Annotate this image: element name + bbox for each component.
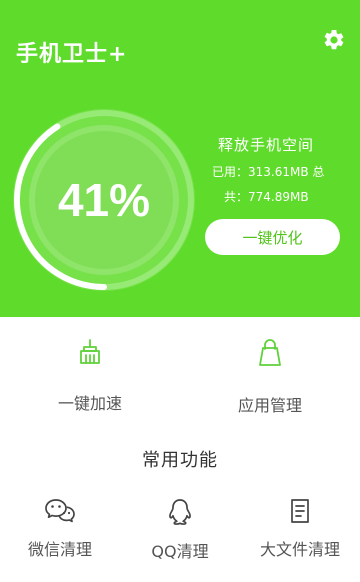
gear-icon	[324, 29, 344, 50]
memory-title: 释放手机空间	[218, 136, 315, 154]
app-title: 手机卫士+	[16, 42, 128, 67]
memory-total-text: 共：774.89MB	[224, 190, 309, 204]
wechat-clean-label: 微信清理	[27, 540, 92, 559]
optimize-button[interactable]: 一键优化	[205, 219, 340, 255]
qq-clean-label: QQ清理	[151, 542, 209, 561]
memory-percent: 41%	[57, 174, 151, 226]
app-manager-label: 应用管理	[237, 396, 302, 415]
boost-function[interactable]: 一键加速	[40, 338, 140, 414]
boost-label: 一键加速	[57, 394, 122, 413]
broom-icon	[77, 338, 103, 366]
app-manager-function[interactable]: 应用管理	[220, 338, 320, 416]
memory-used-text: 已用：313.61MB 总	[212, 165, 325, 179]
qq-icon	[168, 498, 192, 526]
common-functions-title: 常用功能	[142, 450, 218, 471]
settings-button[interactable]	[322, 28, 346, 52]
large-file-clean-function[interactable]: 大文件清理	[250, 498, 350, 560]
header-panel: 手机卫士+ 41% 释放手机空间 已用：313.61MB 总 共：774.89M…	[0, 0, 360, 317]
large-file-clean-label: 大文件清理	[259, 540, 340, 559]
wechat-clean-function[interactable]: 微信清理	[10, 498, 110, 560]
document-icon	[288, 498, 312, 524]
wechat-icon	[44, 498, 76, 524]
qq-clean-function[interactable]: QQ清理	[130, 498, 230, 562]
bag-icon	[257, 338, 283, 368]
